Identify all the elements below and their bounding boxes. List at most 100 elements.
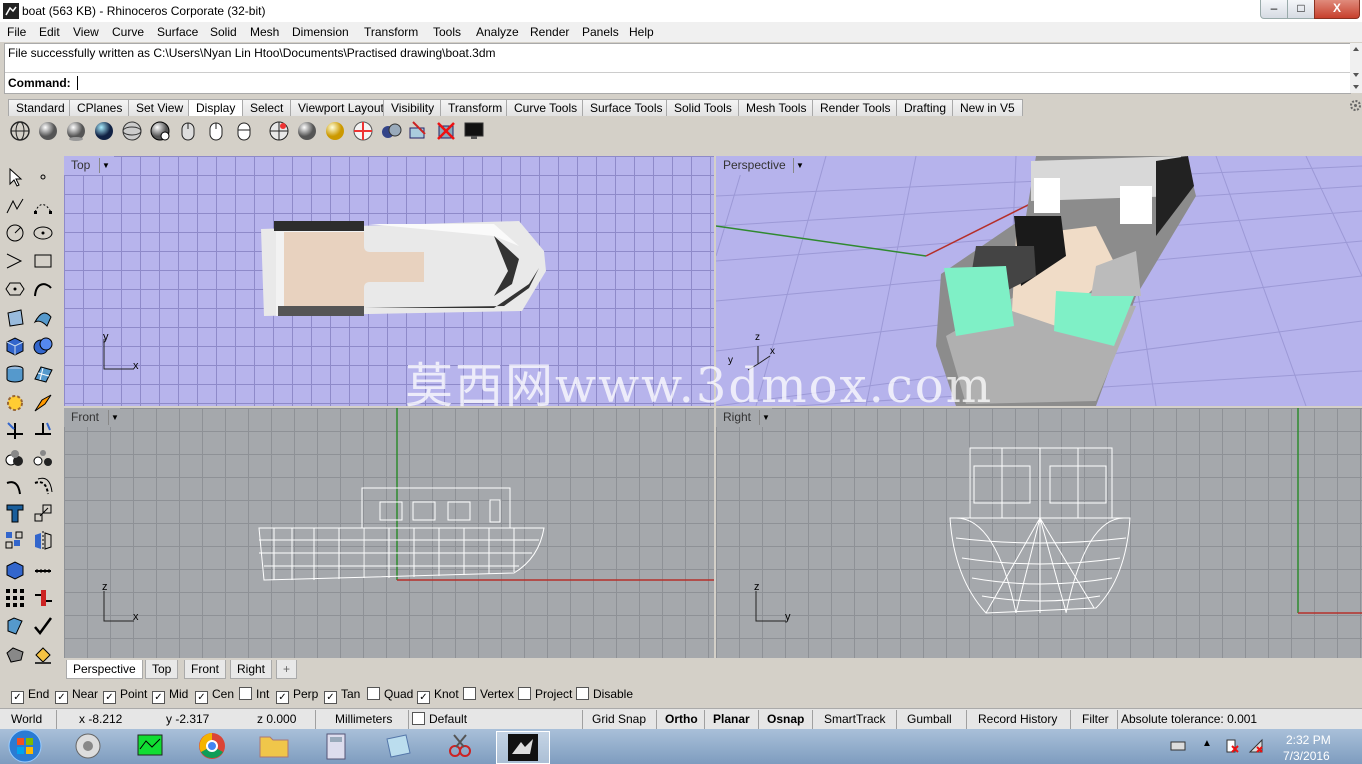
checkbox-project[interactable] xyxy=(518,687,531,700)
checkbox-int[interactable] xyxy=(239,687,252,700)
action-center-icon[interactable] xyxy=(1224,738,1240,754)
osnap-vertex[interactable]: Vertex xyxy=(463,687,514,701)
scale-icon[interactable] xyxy=(32,502,54,524)
menu-help[interactable]: Help xyxy=(629,25,654,39)
tab-set-view[interactable]: Set View xyxy=(128,99,192,116)
osnap-toggle[interactable]: Osnap xyxy=(767,712,804,726)
box-icon[interactable] xyxy=(4,335,26,357)
command-line[interactable]: Command: xyxy=(5,72,1350,93)
folder-icon[interactable] xyxy=(248,731,300,762)
menu-panels[interactable]: Panels xyxy=(582,25,619,39)
shaded-sphere-icon[interactable] xyxy=(37,120,59,142)
front-viewport[interactable]: Front ▼ z x xyxy=(64,408,714,658)
osnap-project[interactable]: Project xyxy=(518,687,572,701)
planar-toggle[interactable]: Planar xyxy=(713,712,750,726)
menu-analyze[interactable]: Analyze xyxy=(476,25,519,39)
notes-icon[interactable] xyxy=(372,731,424,762)
menu-transform[interactable]: Transform xyxy=(364,25,418,39)
tab-drafting[interactable]: Drafting xyxy=(896,99,955,116)
tab-transform[interactable]: Transform xyxy=(440,99,511,116)
show-hidden-icons-button[interactable]: ▲ xyxy=(1202,738,1212,749)
checkbox-tan[interactable]: ✓ xyxy=(324,691,337,704)
tab-perspective[interactable]: Perspective xyxy=(66,660,143,679)
checkbox-point[interactable]: ✓ xyxy=(103,691,116,704)
ungroup-icon[interactable] xyxy=(32,447,54,469)
viewport-label-perspective[interactable]: Perspective xyxy=(719,158,790,173)
split-icon[interactable] xyxy=(32,419,54,441)
array-icon[interactable] xyxy=(4,530,26,552)
point-icon[interactable] xyxy=(32,166,54,188)
menu-file[interactable]: File xyxy=(7,25,26,39)
checkbox-mid[interactable]: ✓ xyxy=(152,691,165,704)
rendered-sphere-icon[interactable] xyxy=(65,120,87,142)
ghosted-sphere-icon[interactable] xyxy=(93,120,115,142)
polyline-icon[interactable] xyxy=(4,195,26,217)
block-icon[interactable] xyxy=(4,559,26,581)
tab-visibility[interactable]: Visibility xyxy=(383,99,443,116)
select-arrow-icon[interactable] xyxy=(4,166,26,188)
osnap-mid[interactable]: ✓ Mid xyxy=(152,687,188,704)
filter-toggle[interactable]: Filter xyxy=(1082,712,1109,726)
command-scrollbar[interactable] xyxy=(1350,43,1362,99)
menu-view[interactable]: View xyxy=(73,25,99,39)
group-icon[interactable] xyxy=(4,447,26,469)
paint-bucket-icon[interactable] xyxy=(32,643,54,665)
analyze-solid-icon[interactable] xyxy=(4,643,26,665)
surface-tools-icon[interactable] xyxy=(32,307,54,329)
command-input[interactable] xyxy=(77,76,78,90)
clipping-plane-icon[interactable] xyxy=(407,120,429,142)
gear-icon[interactable] xyxy=(1349,99,1362,112)
menu-dimension[interactable]: Dimension xyxy=(292,25,349,39)
clock-date[interactable]: 7/3/2016 xyxy=(1283,749,1330,763)
checkbox-vertex[interactable] xyxy=(463,687,476,700)
tab-surface-tools[interactable]: Surface Tools xyxy=(582,99,671,116)
pen-mouse-icon[interactable] xyxy=(205,120,227,142)
network-icon[interactable] xyxy=(1248,738,1264,754)
chevron-down-icon[interactable]: ▼ xyxy=(793,158,806,173)
tab-render-tools[interactable]: Render Tools xyxy=(812,99,899,116)
align-icon[interactable] xyxy=(32,587,54,609)
render-gear-icon[interactable] xyxy=(4,392,26,414)
text-icon[interactable] xyxy=(4,502,26,524)
tab-top[interactable]: Top xyxy=(145,660,179,679)
menu-curve[interactable]: Curve xyxy=(112,25,144,39)
curve-from-objects-icon[interactable] xyxy=(32,278,54,300)
rhino-taskbar-icon[interactable] xyxy=(496,731,550,764)
tab-new-in-v5[interactable]: New in V5 xyxy=(952,99,1023,116)
add-viewport-tab-button[interactable]: + xyxy=(276,660,298,679)
control-point-curve-icon[interactable] xyxy=(32,195,54,217)
calculator-icon[interactable] xyxy=(310,731,362,762)
wireframe-sphere-icon[interactable] xyxy=(9,120,31,142)
tab-front[interactable]: Front xyxy=(184,660,227,679)
globe-icon[interactable] xyxy=(268,120,290,142)
gumball-toggle[interactable]: Gumball xyxy=(907,712,952,726)
menu-edit[interactable]: Edit xyxy=(39,25,60,39)
disable-clipping-icon[interactable] xyxy=(435,120,457,142)
tab-mesh-tools[interactable]: Mesh Tools xyxy=(738,99,815,116)
arc-icon[interactable] xyxy=(4,250,26,272)
osnap-cen[interactable]: ✓ Cen xyxy=(195,687,234,704)
monitor-icon[interactable] xyxy=(463,120,485,142)
tab-viewport-layout[interactable]: Viewport Layout xyxy=(290,99,392,116)
checkbox-end[interactable]: ✓ xyxy=(11,691,24,704)
tab-solid-tools[interactable]: Solid Tools xyxy=(666,99,740,116)
menu-solid[interactable]: Solid xyxy=(210,25,237,39)
solid-tools-icon[interactable] xyxy=(32,335,54,357)
checkbox-disable[interactable] xyxy=(576,687,589,700)
tab-curve-tools[interactable]: Curve Tools xyxy=(506,99,586,116)
xray-sphere-icon[interactable] xyxy=(121,120,143,142)
tab-standard[interactable]: Standard xyxy=(8,99,73,116)
layer-indicator[interactable]: Default xyxy=(412,712,467,726)
checkbox-quad[interactable] xyxy=(367,687,380,700)
mirror-icon[interactable] xyxy=(32,530,54,552)
menu-render[interactable]: Render xyxy=(530,25,569,39)
checkbox-near[interactable]: ✓ xyxy=(55,691,68,704)
sphere-icon[interactable] xyxy=(296,120,318,142)
grid-array-icon[interactable] xyxy=(4,587,26,609)
media-player-icon[interactable] xyxy=(62,731,114,762)
environment-icon[interactable] xyxy=(380,120,402,142)
osnap-tan[interactable]: ✓ Tan xyxy=(324,687,360,704)
polygon-icon[interactable] xyxy=(4,278,26,300)
tab-right[interactable]: Right xyxy=(230,660,273,679)
osnap-end[interactable]: ✓ End xyxy=(11,687,49,704)
